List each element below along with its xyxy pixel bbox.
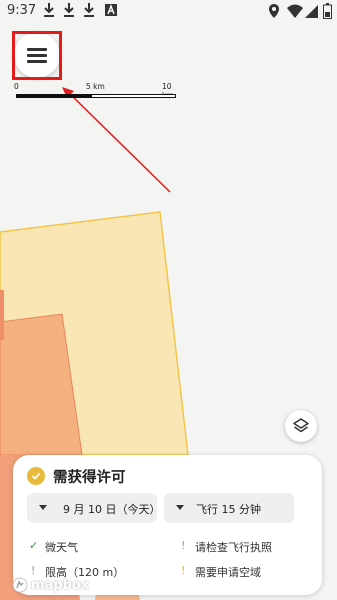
check-circle-icon [27, 467, 45, 485]
signal-icon [305, 5, 318, 18]
battery-icon [323, 3, 332, 19]
download-icon [44, 3, 54, 17]
airspace-request-item[interactable]: 需要申请空域 [195, 564, 261, 580]
scale-bar-empty [91, 94, 176, 98]
check-icon: ✓ [29, 539, 39, 552]
annotation-highlight-box [12, 31, 62, 80]
status-time: 9:37 [7, 3, 37, 18]
status-bar: 9:37 [0, 0, 337, 22]
scale-label-mid: 5 km [86, 82, 105, 91]
download-icon [64, 3, 74, 17]
annotation-arrow-line [67, 91, 171, 193]
app-a-icon [105, 4, 117, 16]
location-icon [269, 4, 279, 18]
mapbox-logo-icon [12, 577, 28, 593]
caret-down-icon [176, 505, 184, 510]
restricted-zone-left-edge [0, 290, 4, 340]
warning-icon: ! [181, 539, 186, 552]
download-icon [84, 3, 94, 17]
date-selector-label: 9 月 10 日（今天） [63, 503, 161, 516]
wifi-icon [287, 4, 303, 18]
duration-selector[interactable]: 飞行 15 分钟 [164, 493, 294, 523]
date-selector[interactable]: 9 月 10 日（今天） [27, 493, 161, 523]
permission-status-title: 需获得许可 [53, 470, 126, 486]
layers-button[interactable] [285, 410, 317, 442]
license-check-item[interactable]: 请检查飞行执照 [195, 539, 272, 555]
scale-label-zero: 0 [14, 82, 19, 91]
flight-info-panel: 需获得许可 9 月 10 日（今天） 飞行 15 分钟 ✓ 微天气 ! 请检查飞… [13, 455, 322, 595]
scale-bar-filled [16, 94, 91, 98]
weather-item[interactable]: 微天气 [45, 539, 78, 555]
mapbox-logo: mapbox [12, 575, 89, 595]
layers-icon [293, 418, 309, 433]
warning-icon: ! [181, 564, 186, 577]
caret-down-icon [39, 505, 47, 510]
map-scale: 0 5 km 10 km [14, 82, 179, 102]
duration-selector-label: 飞行 15 分钟 [196, 503, 261, 516]
mapbox-logo-text: mapbox [31, 577, 90, 593]
